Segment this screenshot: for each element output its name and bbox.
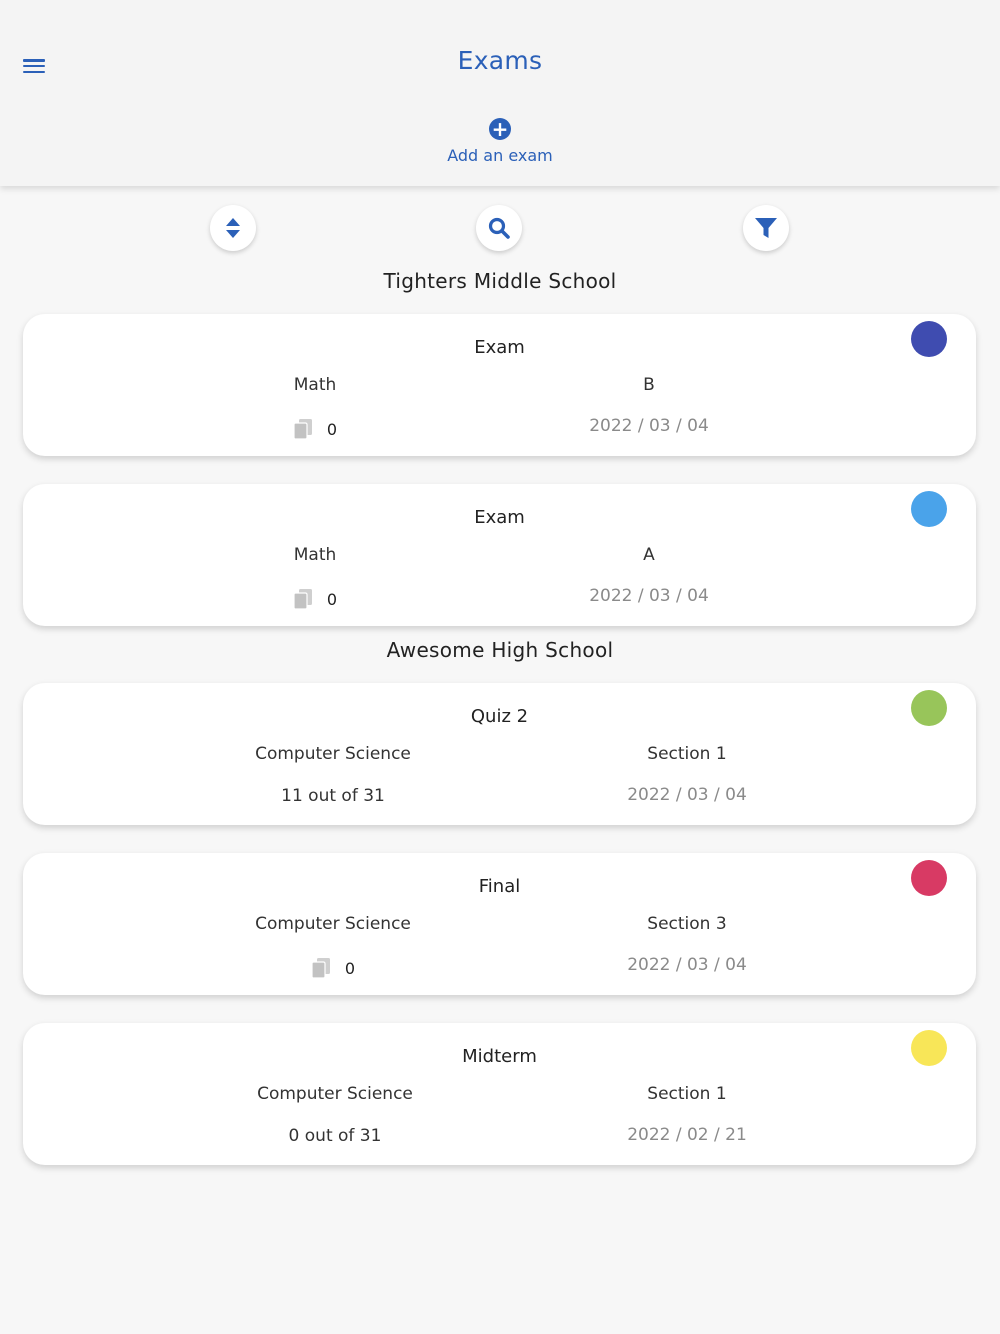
exam-date: 2022 / 03 / 04 xyxy=(627,785,747,805)
exam-title: Exam xyxy=(474,337,525,358)
sort-icon xyxy=(226,218,240,238)
exam-subject: Computer Science xyxy=(255,914,411,934)
copies-value: 0 xyxy=(326,419,338,439)
sort-button[interactable] xyxy=(210,205,256,251)
exam-completion-status: 11 out of 31 xyxy=(281,786,385,806)
exam-subject: Math xyxy=(293,375,337,395)
exam-copies-count: 0 xyxy=(165,588,465,610)
copy-documents-icon xyxy=(311,958,330,979)
school-heading: Awesome High School xyxy=(386,638,614,662)
exam-section: Section 1 xyxy=(647,1084,727,1104)
exam-card[interactable]: Quiz 2 Computer Science Section 1 11 out… xyxy=(23,683,976,825)
exam-subject: Computer Science xyxy=(257,1084,413,1104)
add-exam-label: Add an exam xyxy=(447,146,553,165)
exam-section: A xyxy=(643,545,655,565)
exam-color-indicator xyxy=(911,690,947,726)
copy-documents-icon xyxy=(293,419,312,440)
copies-value: 0 xyxy=(344,958,356,978)
exam-title: Quiz 2 xyxy=(470,706,529,727)
add-exam-button[interactable]: + Add an exam xyxy=(420,118,580,170)
exam-title: Midterm xyxy=(462,1046,537,1067)
exam-copies-count: 0 xyxy=(165,418,465,440)
exam-color-indicator xyxy=(911,321,947,357)
exam-copies-count: 0 xyxy=(183,957,483,979)
copies-value: 0 xyxy=(326,589,338,609)
filter-button[interactable] xyxy=(743,205,789,251)
exam-section: Section 3 xyxy=(647,914,727,934)
exam-title: Final xyxy=(478,876,521,897)
search-icon xyxy=(488,217,510,239)
exam-section: Section 1 xyxy=(647,744,727,764)
exam-color-indicator xyxy=(911,491,947,527)
exam-date: 2022 / 02 / 21 xyxy=(627,1125,747,1145)
exam-subject: Math xyxy=(293,545,337,565)
search-button[interactable] xyxy=(476,205,522,251)
plus-circle-icon: + xyxy=(489,118,511,140)
exam-card[interactable]: Midterm Computer Science Section 1 0 out… xyxy=(23,1023,976,1165)
exam-date: 2022 / 03 / 04 xyxy=(589,416,709,436)
copy-documents-icon xyxy=(293,589,312,610)
exam-card[interactable]: Exam Math A 0 2022 / 03 / 04 xyxy=(23,484,976,626)
exam-color-indicator xyxy=(911,860,947,896)
filter-icon xyxy=(755,218,777,238)
app-header: Exams + Add an exam xyxy=(0,0,1000,186)
exam-section: B xyxy=(643,375,655,395)
exam-color-indicator xyxy=(911,1030,947,1066)
exam-date: 2022 / 03 / 04 xyxy=(627,955,747,975)
exam-title: Exam xyxy=(474,507,525,528)
exam-card[interactable]: Final Computer Science Section 3 0 2022 … xyxy=(23,853,976,995)
page-title: Exams xyxy=(457,46,543,75)
school-heading: Tighters Middle School xyxy=(383,269,617,293)
exam-completion-status: 0 out of 31 xyxy=(288,1126,382,1146)
exam-date: 2022 / 03 / 04 xyxy=(589,586,709,606)
exam-subject: Computer Science xyxy=(255,744,411,764)
exam-card[interactable]: Exam Math B 0 2022 / 03 / 04 xyxy=(23,314,976,456)
